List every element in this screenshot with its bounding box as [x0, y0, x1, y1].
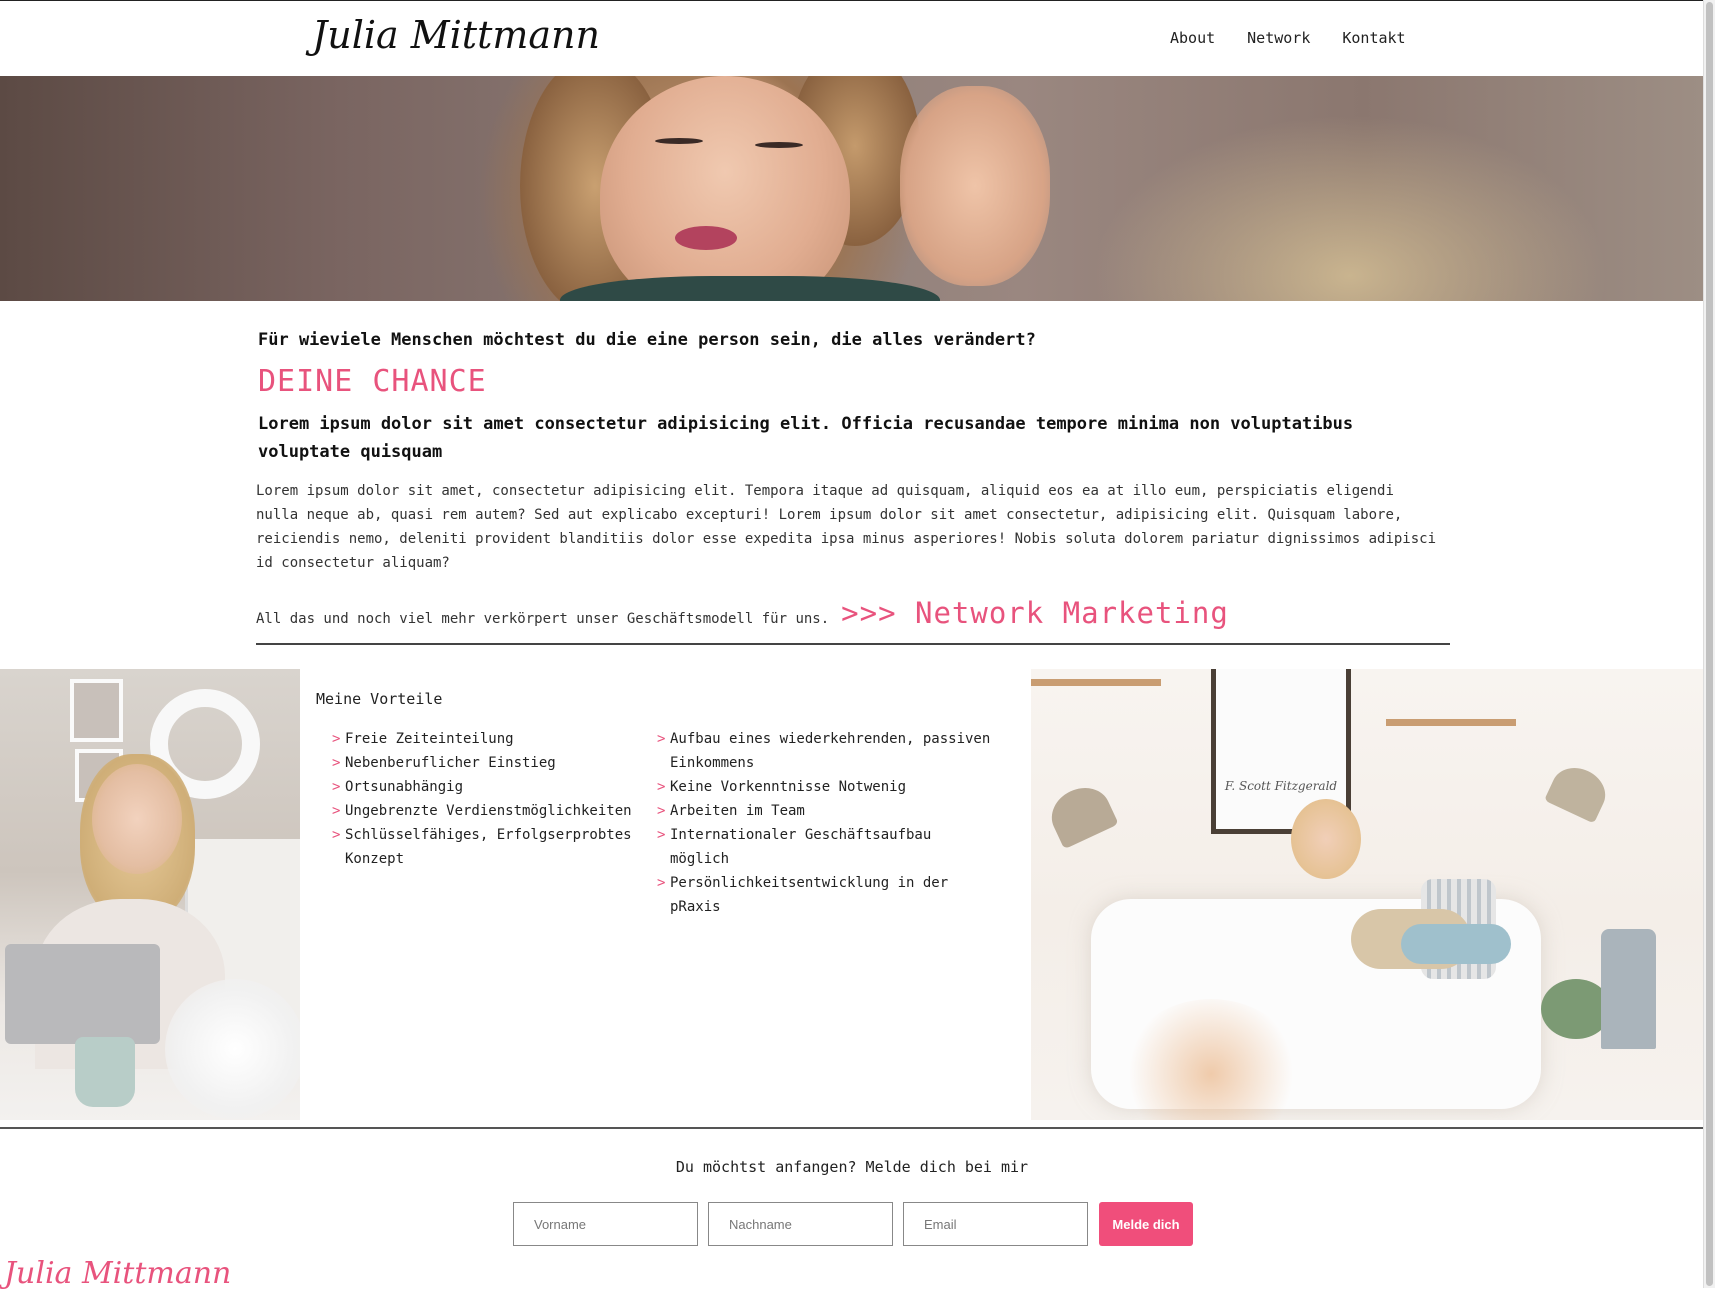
chevron-right-icon: >	[657, 875, 666, 891]
scrollbar[interactable]	[1703, 0, 1715, 1288]
signup-text: Du möchtst anfangen? Melde dich bei mir	[675, 1158, 1029, 1176]
list-item: > Arbeiten im Team	[657, 799, 997, 823]
chevron-right-icon: >	[657, 731, 666, 747]
cta-text: All das und noch viel mehr verkörpert un…	[256, 611, 830, 627]
nav-link-network[interactable]: Network	[1247, 29, 1310, 47]
vorname-input[interactable]	[513, 1202, 698, 1246]
features-title: Meine Vorteile	[316, 690, 443, 708]
chevron-right-icon: >	[332, 731, 341, 747]
list-item: > Schlüsselfähiges, Erfolgserprobtes Konz…	[332, 823, 632, 871]
cta-line: All das und noch viel mehr verkörpert un…	[256, 596, 1229, 630]
list-item: > Internationaler Geschäftsaufbau möglich	[657, 823, 997, 871]
photo-woman-laptop	[0, 669, 300, 1120]
chevron-right-icon: >	[657, 827, 666, 843]
list-item: > Persönlichkeitsentwicklung in der pRaxi…	[657, 871, 997, 919]
network-marketing-link[interactable]: >>> Network Marketing	[841, 596, 1229, 630]
chevron-right-icon: >	[657, 779, 666, 795]
list-item: > Freie Zeiteinteilung	[332, 727, 632, 751]
lead-text: Lorem ipsum dolor sit amet consectetur a…	[258, 414, 1354, 462]
hero-image	[0, 76, 1704, 301]
body-text: Lorem ipsum dolor sit amet, consectetur …	[256, 483, 1437, 571]
list-item: > Ortsunabhängig	[332, 775, 632, 799]
features-list-right: > Aufbau eines wiederkehrenden, passiven …	[657, 727, 997, 919]
footer-logo: Julia Mittmann	[4, 1256, 232, 1291]
chevron-right-icon: >	[657, 803, 666, 819]
signup-form: Melde dich	[513, 1202, 1193, 1246]
nachname-input[interactable]	[708, 1202, 893, 1246]
nav-link-about[interactable]: About	[1170, 29, 1215, 47]
section-divider	[0, 1127, 1704, 1129]
intro-question: Für wieviele Menschen möchtest du die ei…	[258, 330, 1036, 350]
chevron-right-icon: >	[332, 755, 341, 771]
list-item: > Aufbau eines wiederkehrenden, passiven …	[657, 727, 997, 775]
photo-mother-child: F. Scott Fitzgerald	[1031, 669, 1704, 1120]
features-list-left: > Freie Zeiteinteilung > Nebenberuflicher …	[332, 727, 632, 871]
nav-link-kontakt[interactable]: Kontakt	[1342, 29, 1405, 47]
chevron-right-icon: >	[332, 803, 341, 819]
scrollbar-thumb[interactable]	[1706, 2, 1713, 1286]
chevron-right-icon: >	[332, 779, 341, 795]
chevron-right-icon: >	[332, 827, 341, 843]
site-logo[interactable]: Julia Mittmann	[312, 13, 600, 57]
section-divider	[256, 643, 1450, 645]
site-header: Julia Mittmann About Network Kontakt	[0, 1, 1704, 75]
list-item: > Keine Vorkenntnisse Notwenig	[657, 775, 997, 799]
main-nav: About Network Kontakt	[1170, 29, 1406, 47]
list-item: > Ungebrenzte Verdienstmöglichkeiten	[332, 799, 632, 823]
melde-dich-button[interactable]: Melde dich	[1099, 1202, 1193, 1246]
list-item: > Nebenberuflicher Einstieg	[332, 751, 632, 775]
chance-heading: DEINE CHANCE	[258, 364, 487, 399]
email-input[interactable]	[903, 1202, 1088, 1246]
